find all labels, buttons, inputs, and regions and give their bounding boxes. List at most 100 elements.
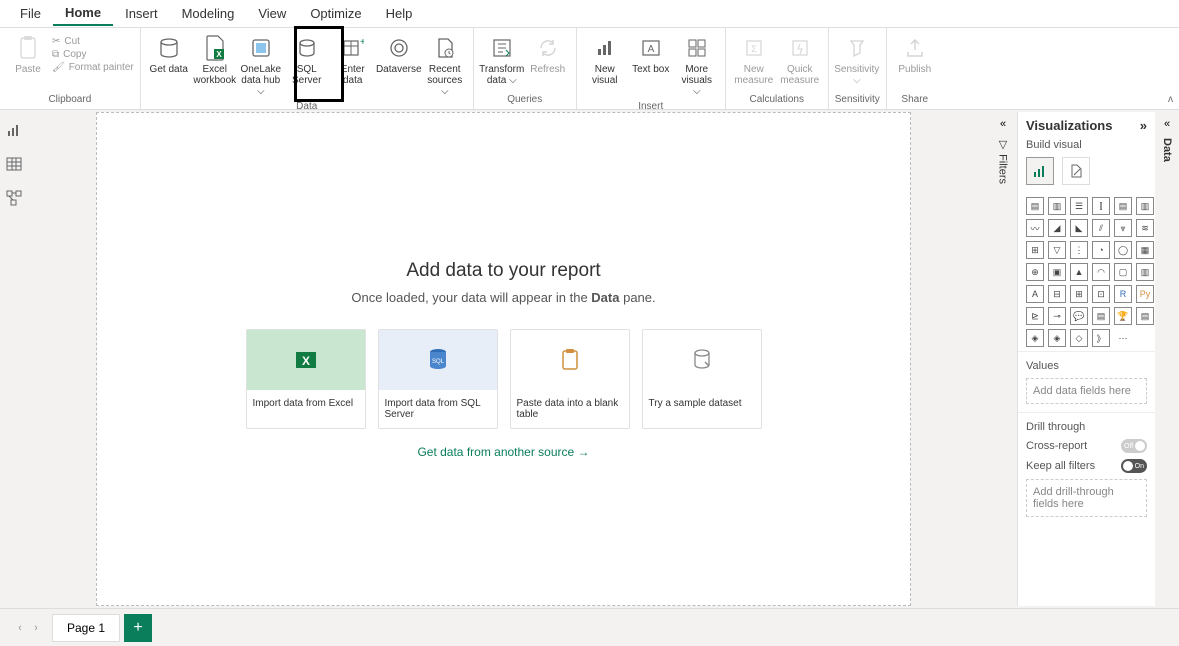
add-page-button[interactable]: +	[124, 614, 152, 642]
viz-100-bar[interactable]: ▤	[1114, 197, 1132, 215]
cross-report-toggle[interactable]: Off	[1121, 439, 1147, 453]
quick-measure-button[interactable]: Quick measure	[778, 32, 822, 88]
viz-funnel[interactable]: ▽	[1048, 241, 1066, 259]
menu-optimize[interactable]: Optimize	[298, 2, 373, 25]
viz-clustered-bar[interactable]: ☰	[1070, 197, 1088, 215]
another-source-link[interactable]: Get data from another source →	[224, 445, 784, 459]
viz-clustered-column[interactable]: ⫿	[1092, 197, 1110, 215]
prev-page-button[interactable]: ‹	[12, 622, 28, 634]
dataverse-button[interactable]: Dataverse	[377, 32, 421, 77]
ribbon-group-insert: New visual A Text box More visuals ⌵ Ins…	[577, 28, 726, 109]
paste-button[interactable]: Paste	[6, 32, 50, 77]
viz-multi-card[interactable]: ▥	[1136, 263, 1154, 281]
empty-subtitle: Once loaded, your data will appear in th…	[224, 290, 784, 305]
values-dropzone[interactable]: Add data fields here	[1026, 378, 1147, 404]
data-pane-label[interactable]: Data	[1161, 138, 1173, 162]
filters-label[interactable]: ▽ Filters	[997, 138, 1010, 184]
viz-r[interactable]: R	[1114, 285, 1132, 303]
viz-matrix[interactable]: ⊡	[1092, 285, 1110, 303]
viz-qa[interactable]: 💬	[1070, 307, 1088, 325]
viz-filled-map[interactable]: ▣	[1048, 263, 1066, 281]
viz-goals[interactable]: 🏆	[1114, 307, 1132, 325]
card-sample-data[interactable]: Try a sample dataset	[642, 329, 762, 429]
viz-line-stacked[interactable]: ⫽	[1092, 219, 1110, 237]
build-tab[interactable]	[1026, 157, 1054, 185]
format-painter-button[interactable]: 🖌Format painter	[52, 62, 134, 73]
viz-waterfall[interactable]: ⊞	[1026, 241, 1044, 259]
viz-stacked-bar[interactable]: ▤	[1026, 197, 1044, 215]
menu-file[interactable]: File	[8, 2, 53, 25]
expand-filters-button[interactable]: «	[1000, 118, 1006, 130]
transform-data-button[interactable]: Transform data ⌵	[480, 32, 524, 88]
viz-scatter[interactable]: ⋮	[1070, 241, 1088, 259]
recent-sources-button[interactable]: Recent sources ⌵	[423, 32, 467, 99]
report-canvas[interactable]: Add data to your report Once loaded, you…	[96, 112, 911, 606]
viz-custom1[interactable]: ◇	[1070, 329, 1088, 347]
viz-azure-map[interactable]: ▲	[1070, 263, 1088, 281]
viz-python[interactable]: Py	[1136, 285, 1154, 303]
viz-paginated[interactable]: ▤	[1136, 307, 1154, 325]
publish-button[interactable]: Publish	[893, 32, 937, 77]
menu-home[interactable]: Home	[53, 1, 113, 26]
viz-stacked-area[interactable]: ◣	[1070, 219, 1088, 237]
viz-automate[interactable]: ◈	[1048, 329, 1066, 347]
cut-button[interactable]: ✂Cut	[52, 36, 134, 47]
viz-more[interactable]: ⋯	[1114, 329, 1132, 347]
new-visual-button[interactable]: New visual	[583, 32, 627, 88]
refresh-button[interactable]: Refresh	[526, 32, 570, 77]
viz-line-clustered[interactable]: ⩔	[1114, 219, 1132, 237]
viz-treemap[interactable]: ▦	[1136, 241, 1154, 259]
card-import-sql[interactable]: SQL Import data from SQL Server	[378, 329, 498, 429]
collapse-ribbon-button[interactable]: ʌ	[1168, 94, 1173, 105]
expand-data-button[interactable]: «	[1164, 118, 1170, 130]
viz-slicer[interactable]: ⊟	[1048, 285, 1066, 303]
viz-narrative[interactable]: ▤	[1092, 307, 1110, 325]
viz-card[interactable]: ▢	[1114, 263, 1132, 281]
report-view-button[interactable]	[4, 120, 24, 140]
drill-dropzone[interactable]: Add drill-through fields here	[1026, 479, 1147, 517]
viz-kpi[interactable]: A	[1026, 285, 1044, 303]
collapse-viz-button[interactable]: »	[1140, 118, 1147, 133]
viz-decomposition[interactable]: ⊸	[1048, 307, 1066, 325]
svg-text:A: A	[647, 44, 654, 55]
page-tab-1[interactable]: Page 1	[52, 614, 120, 642]
viz-gauge[interactable]: ◠	[1092, 263, 1110, 281]
keep-filters-toggle[interactable]: On	[1121, 459, 1147, 473]
more-visuals-button[interactable]: More visuals ⌵	[675, 32, 719, 99]
menu-modeling[interactable]: Modeling	[170, 2, 247, 25]
ribbon-group-share: Publish Share	[887, 28, 943, 109]
onelake-button[interactable]: OneLake data hub ⌵	[239, 32, 283, 99]
sql-server-button[interactable]: SQL Server	[285, 32, 329, 88]
menu-view[interactable]: View	[246, 2, 298, 25]
menu-insert[interactable]: Insert	[113, 2, 170, 25]
enter-data-button[interactable]: + Enter data	[331, 32, 375, 88]
ribbon-group-queries: Transform data ⌵ Refresh Queries	[474, 28, 577, 109]
viz-key-influencers[interactable]: ⊵	[1026, 307, 1044, 325]
copy-button[interactable]: ⧉Copy	[52, 49, 134, 60]
format-tab[interactable]	[1062, 157, 1090, 185]
viz-custom2[interactable]: 》	[1092, 329, 1110, 347]
viz-powerapps[interactable]: ◈	[1026, 329, 1044, 347]
sensitivity-button[interactable]: Sensitivity ⌵	[835, 32, 879, 88]
text-box-button[interactable]: A Text box	[629, 32, 673, 77]
menu-help[interactable]: Help	[374, 2, 425, 25]
viz-line[interactable]: 〰	[1026, 219, 1044, 237]
viz-area[interactable]: ◢	[1048, 219, 1066, 237]
new-measure-button[interactable]: Σ New measure	[732, 32, 776, 88]
viz-pie[interactable]: ◔	[1092, 241, 1110, 259]
viz-stacked-column[interactable]: ▥	[1048, 197, 1066, 215]
viz-donut[interactable]: ◯	[1114, 241, 1132, 259]
data-view-button[interactable]	[4, 154, 24, 174]
next-page-button[interactable]: ›	[28, 622, 44, 634]
viz-table[interactable]: ⊞	[1070, 285, 1088, 303]
excel-workbook-button[interactable]: X Excel workbook	[193, 32, 237, 88]
viz-100-column[interactable]: ▥	[1136, 197, 1154, 215]
calculations-group-label: Calculations	[732, 92, 822, 109]
viz-ribbon[interactable]: ≋	[1136, 219, 1154, 237]
card-import-excel[interactable]: X Import data from Excel	[246, 329, 366, 429]
card-paste-data[interactable]: Paste data into a blank table	[510, 329, 630, 429]
sensitivity-label: Sensitivity ⌵	[834, 64, 879, 86]
get-data-button[interactable]: Get data	[147, 32, 191, 77]
viz-map[interactable]: ⊕	[1026, 263, 1044, 281]
model-view-button[interactable]	[4, 188, 24, 208]
